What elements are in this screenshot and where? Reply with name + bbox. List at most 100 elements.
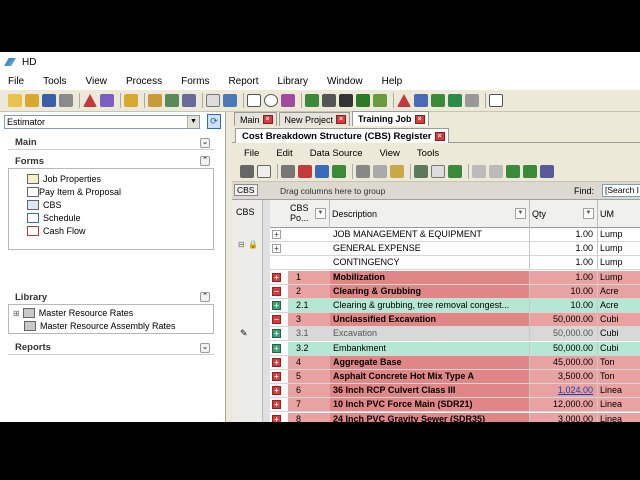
excel-icon[interactable] (448, 94, 462, 107)
columns-icon[interactable] (540, 165, 554, 178)
col-um[interactable]: UM (598, 200, 640, 228)
table-row[interactable]: −2 Clearing & Grubbing 10.00 Acre (270, 284, 640, 299)
table-row[interactable]: +6 36 Inch RCP Culvert Class III 1,024.00 L… (270, 384, 640, 399)
settings-icon[interactable] (281, 165, 295, 178)
nav-job-properties[interactable]: Job Properties (27, 173, 101, 185)
expand-icon[interactable]: + (272, 414, 281, 422)
expand-icon[interactable]: + (272, 230, 281, 239)
menu-file[interactable]: File (8, 76, 24, 87)
expand-icon[interactable]: + (272, 400, 281, 410)
attach-icon[interactable] (465, 94, 479, 107)
nav-master-resource-assembly-rates[interactable]: Master Resource Assembly Rates (24, 320, 176, 332)
delete-icon[interactable] (298, 165, 312, 178)
expand-icon[interactable]: ⊞ (13, 309, 20, 318)
nav-schedule[interactable]: Schedule (27, 212, 81, 224)
forms-panel-header[interactable]: Forms ⌃ (8, 154, 214, 168)
calculator-icon[interactable] (339, 94, 353, 107)
nav-pay-item-proposal[interactable]: Pay Item & Proposal (27, 186, 121, 198)
open-folder-icon[interactable] (25, 94, 39, 107)
close-icon[interactable]: × (336, 115, 347, 124)
vertical-scrollbar[interactable] (262, 200, 270, 422)
close-icon[interactable]: × (262, 115, 273, 124)
col-qty[interactable]: Qty ▼ (530, 200, 598, 228)
collapse-icon[interactable]: − (272, 315, 281, 325)
comment-icon[interactable] (264, 94, 278, 107)
register-menu-edit[interactable]: Edit (276, 148, 292, 159)
role-select[interactable]: Estimator ▼ (4, 115, 200, 129)
settings-icon[interactable] (182, 94, 196, 107)
grid-icon[interactable] (431, 165, 445, 178)
expand-icon[interactable]: + (272, 343, 281, 353)
chat-icon[interactable] (281, 94, 295, 107)
register-menu-data-source[interactable]: Data Source (310, 148, 363, 159)
cut-icon[interactable] (356, 165, 370, 178)
collapse-icon[interactable]: − (272, 286, 281, 296)
table-row[interactable]: +3.2 Embankment 50,000.00 Cubi (270, 341, 640, 356)
menu-help[interactable]: Help (382, 76, 403, 87)
insert-row-icon[interactable] (315, 165, 329, 178)
expand-icon[interactable]: + (272, 272, 281, 282)
chevron-down-icon[interactable]: ⌄ (200, 137, 210, 148)
indent-icon[interactable] (506, 165, 520, 178)
list-icon[interactable] (305, 94, 319, 107)
nav-master-resource-rates[interactable]: ⊞ Master Resource Rates (13, 307, 133, 319)
table-row[interactable]: +1 Mobilization 1.00 Lump (270, 270, 640, 285)
export-icon[interactable] (448, 165, 462, 178)
tab-cbs-register[interactable]: Cost Breakdown Structure (CBS) Register … (235, 128, 449, 143)
table-row[interactable]: +5 Asphalt Concrete Hot Mix Type A 3,500.0… (270, 370, 640, 384)
table-row[interactable]: +3.1 Excavation 50,000.00 Cubi (270, 327, 640, 342)
expand-icon[interactable]: + (272, 372, 281, 381)
reports-panel-header[interactable]: Reports ⌄ (8, 341, 214, 355)
filter-icon[interactable]: ▼ (515, 208, 526, 219)
tab-new-project[interactable]: New Project × (278, 112, 351, 126)
register-menu-view[interactable]: View (380, 148, 400, 159)
close-icon[interactable]: × (414, 114, 425, 124)
chevron-up-icon[interactable]: ⌃ (200, 292, 210, 302)
assembly-icon[interactable] (414, 94, 428, 107)
register-menu-file[interactable]: File (244, 148, 259, 159)
paste-icon[interactable] (390, 165, 404, 178)
table-row[interactable]: +7 10 Inch PVC Force Main (SDR21) 12,000.0… (270, 398, 640, 413)
expand-icon[interactable]: + (272, 329, 281, 339)
expand-icon[interactable]: + (272, 357, 281, 367)
print-icon[interactable] (240, 165, 254, 178)
table-row[interactable]: +2.1 Clearing & grubbing, tree removal co… (270, 299, 640, 313)
menu-forms[interactable]: Forms (181, 76, 209, 87)
house-icon[interactable] (148, 94, 162, 107)
indent-icon[interactable] (322, 94, 336, 107)
menu-report[interactable]: Report (228, 76, 258, 87)
new-icon[interactable] (8, 94, 22, 107)
tab-training-job[interactable]: Training Job × (352, 111, 429, 126)
register-menu-tools[interactable]: Tools (417, 148, 439, 159)
image-icon[interactable] (414, 165, 428, 178)
grid-icon[interactable] (489, 94, 503, 107)
nav-cbs[interactable]: CBS (27, 199, 62, 211)
table-row[interactable]: CONTINGENCY 1.00 Lump (270, 256, 640, 271)
filter-icon[interactable]: ▼ (583, 208, 594, 219)
nav-cash-flow[interactable]: Cash Flow (27, 225, 86, 237)
expand-icon[interactable]: + (272, 301, 281, 310)
chevron-up-icon[interactable]: ⌃ (200, 156, 210, 166)
table-row[interactable]: + JOB MANAGEMENT & EQUIPMENT 1.00 Lump (270, 228, 640, 242)
resource-icon[interactable] (397, 94, 411, 107)
table-row[interactable]: + GENERAL EXPENSE 1.00 Lump (270, 242, 640, 257)
refresh-button[interactable]: ⟳ (207, 114, 221, 129)
col-cbs-position[interactable]: CBS Po... ▼ (288, 200, 330, 228)
menu-tools[interactable]: Tools (43, 76, 66, 87)
menu-window[interactable]: Window (327, 76, 363, 87)
preview-icon[interactable] (257, 165, 271, 178)
main-panel-header[interactable]: Main ⌄ (8, 136, 214, 150)
filter-icon[interactable]: ▼ (315, 208, 326, 219)
tools-icon[interactable] (165, 94, 179, 107)
money-icon[interactable] (356, 94, 370, 107)
cbs-view-tab[interactable]: CBS (234, 184, 258, 196)
dropdown-arrow-icon[interactable]: ▼ (187, 116, 199, 128)
network-icon[interactable] (223, 94, 237, 107)
col-description[interactable]: Description ▼ (330, 200, 530, 228)
add-child-icon[interactable] (332, 165, 346, 178)
library-panel-header[interactable]: Library ⌃ (8, 290, 214, 304)
table-row[interactable]: +4 Aggregate Base 45,000.00 Ton (270, 355, 640, 370)
chevron-down-icon[interactable]: ⌄ (200, 342, 210, 353)
close-icon[interactable]: × (434, 131, 445, 141)
arrow-right-icon[interactable] (472, 165, 486, 178)
